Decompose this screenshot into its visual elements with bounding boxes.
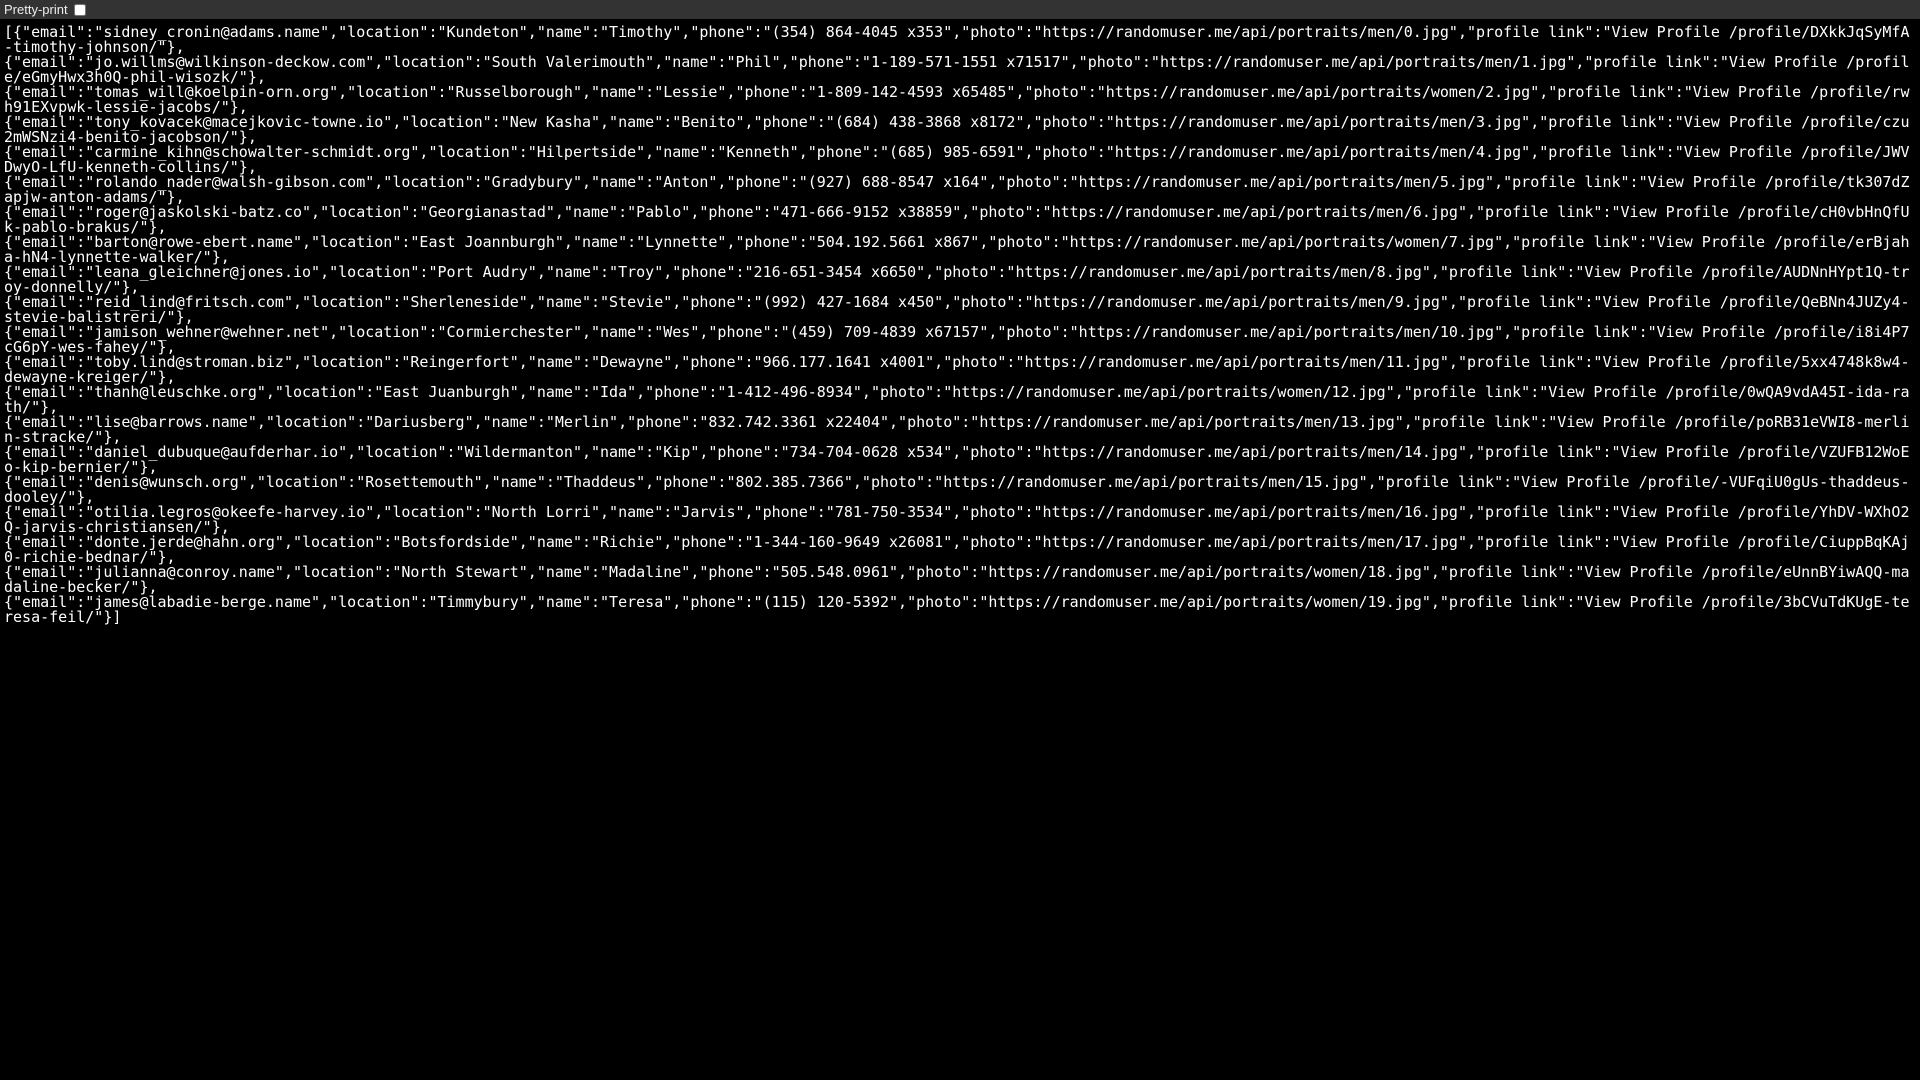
json-viewer-toolbar: Pretty-print [0, 0, 1920, 19]
pretty-print-label: Pretty-print [4, 0, 68, 19]
pretty-print-checkbox[interactable] [74, 4, 86, 16]
json-content: [{"email":"sidney_cronin@adams.name","lo… [0, 19, 1920, 629]
